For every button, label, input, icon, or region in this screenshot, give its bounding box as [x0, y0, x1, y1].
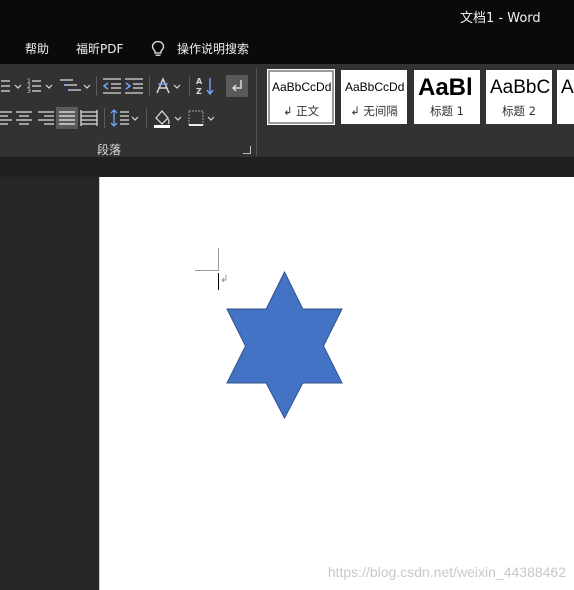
- style-heading-1[interactable]: AaBl 标题 1: [414, 70, 480, 124]
- toolbar-separator: [96, 76, 97, 96]
- ribbon-group-separator: [256, 68, 257, 156]
- toolbar-separator: [189, 76, 190, 96]
- chinese-layout-icon[interactable]: [154, 75, 184, 97]
- align-left-icon[interactable]: [0, 107, 14, 129]
- increase-indent-icon[interactable]: [123, 75, 145, 97]
- watermark: https://blog.csdn.net/weixin_44388462: [327, 564, 566, 580]
- styles-gallery: AaBbCcDd ↲ 正文 AaBbCcDd ↲ 无间隔 AaBl 标题 1 A…: [264, 69, 574, 128]
- paragraph-group-label: 段落: [97, 143, 122, 157]
- show-marks-icon[interactable]: [226, 75, 248, 97]
- style-sample: AaBbCcDd: [345, 80, 405, 94]
- toolbar-separator: [149, 76, 150, 96]
- svg-text:3: 3: [27, 88, 31, 95]
- style-heading-2[interactable]: AaBbC 标题 2: [486, 70, 552, 124]
- align-center-icon[interactable]: [14, 107, 34, 129]
- six-point-star-shape[interactable]: [220, 268, 350, 427]
- style-sample: AaBbC: [490, 77, 551, 98]
- tab-help[interactable]: 帮助: [25, 40, 49, 57]
- distributed-icon[interactable]: [79, 107, 99, 129]
- style-sample: AaBl: [418, 74, 473, 101]
- style-sample: A: [561, 77, 574, 98]
- align-right-icon[interactable]: [36, 107, 56, 129]
- margin-corner-marker: [195, 270, 219, 271]
- ribbon-bottom-strip: [0, 157, 574, 177]
- numbering-icon[interactable]: 123: [26, 75, 56, 97]
- bullets-icon[interactable]: [0, 75, 22, 97]
- lightbulb-icon[interactable]: [150, 40, 166, 58]
- shading-icon[interactable]: [151, 107, 185, 129]
- style-name: ↲ 无间隔: [350, 104, 398, 118]
- style-name: ↲ 正文: [282, 104, 320, 118]
- style-title[interactable]: A: [557, 70, 574, 124]
- text-cursor: [218, 273, 219, 290]
- decrease-indent-icon[interactable]: [101, 75, 123, 97]
- justify-icon[interactable]: [56, 107, 78, 129]
- window-title: 文档1 - Word: [460, 11, 541, 26]
- sort-icon[interactable]: AZ: [194, 75, 218, 97]
- tell-me-search[interactable]: 操作说明搜索: [177, 40, 249, 57]
- style-no-spacing[interactable]: AaBbCcDd ↲ 无间隔: [341, 70, 407, 124]
- margin-corner-marker: [218, 248, 219, 270]
- svg-text:Z: Z: [196, 87, 202, 96]
- line-spacing-icon[interactable]: [109, 107, 141, 129]
- tab-foxit-pdf[interactable]: 福昕PDF: [76, 40, 123, 57]
- style-sample: AaBbCcDd: [272, 80, 332, 94]
- paragraph-dialog-launcher[interactable]: [243, 146, 251, 154]
- style-name: 标题 2: [502, 104, 536, 118]
- toolbar-separator: [104, 108, 105, 128]
- menu-bar: 帮助 福昕PDF 操作说明搜索: [0, 32, 574, 64]
- multilevel-list-icon[interactable]: [59, 75, 93, 97]
- style-normal[interactable]: AaBbCcDd ↲ 正文: [267, 69, 335, 125]
- style-name: 标题 1: [430, 104, 464, 118]
- title-bar: 文档1 - Word: [0, 0, 574, 32]
- borders-icon[interactable]: [186, 107, 218, 129]
- svg-text:A: A: [196, 77, 203, 86]
- toolbar-separator: [146, 108, 147, 128]
